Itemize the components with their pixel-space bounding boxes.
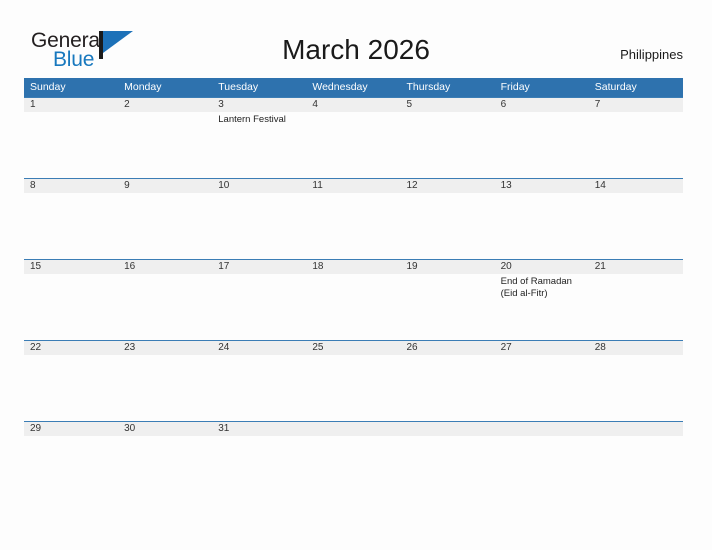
calendar-day-cell[interactable]: 14 (589, 179, 683, 259)
calendar-day-cell[interactable]: 10 (212, 179, 306, 259)
calendar-day-cell[interactable]: 21 (589, 260, 683, 340)
calendar-day-cell[interactable]: 3 Lantern Festival (212, 98, 306, 178)
day-number: 7 (594, 99, 601, 110)
day-number: 15 (30, 261, 42, 272)
day-number: 23 (124, 342, 136, 353)
weekday-header-friday: Friday (500, 81, 530, 93)
day-event-label: (Eid al-Fitr) (500, 288, 548, 299)
calendar-day-cell[interactable]: 6 (495, 98, 589, 178)
calendar-day-cell[interactable]: 4 (306, 98, 400, 178)
calendar-day-cell[interactable]: 26 (401, 341, 495, 421)
day-number: 1 (30, 99, 36, 110)
day-number: 17 (218, 261, 230, 272)
weekday-header-tuesday: Tuesday (218, 81, 259, 93)
day-number: 6 (500, 99, 507, 110)
calendar-day-cell[interactable]: 25 (306, 341, 400, 421)
calendar-week-row: 29 30 31 (24, 421, 683, 502)
calendar-day-cell[interactable]: 20 End of Ramadan (Eid al-Fitr) (495, 260, 589, 340)
weekday-header-sunday: Sunday (30, 81, 66, 93)
day-number: 9 (124, 180, 130, 191)
calendar-day-cell[interactable]: 11 (306, 179, 400, 259)
day-number: 19 (406, 261, 418, 272)
day-number: 3 (218, 99, 224, 110)
day-number: 30 (124, 423, 136, 434)
day-number: 11 (312, 180, 323, 191)
day-number: 26 (406, 342, 418, 353)
country-label: Philippines (620, 47, 683, 62)
weekday-header-thursday: Thursday (406, 81, 451, 93)
week-day-cells: 29 30 31 (24, 422, 683, 502)
calendar-day-cell[interactable]: 12 (401, 179, 495, 259)
day-event-list: Lantern Festival (218, 114, 303, 126)
calendar-day-cell[interactable]: 23 (118, 341, 212, 421)
calendar-week-row: 8 9 10 11 12 13 14 (24, 178, 683, 259)
day-number: 14 (594, 180, 606, 191)
day-number: 25 (312, 342, 324, 353)
day-number: 12 (406, 180, 418, 191)
calendar-day-cell[interactable]: 27 (495, 341, 589, 421)
calendar-day-cell[interactable]: 31 (212, 422, 306, 502)
calendar-day-cell[interactable]: 19 (401, 260, 495, 340)
calendar-day-cell[interactable]: 1 (24, 98, 118, 178)
day-number: 28 (594, 342, 606, 353)
calendar-day-cell[interactable]: 18 (306, 260, 400, 340)
calendar-weeks: 1 2 3 Lantern Festival 4 5 6 7 8 9 10 11 12 13 14 15 16 1… (24, 97, 683, 502)
calendar-day-cell[interactable]: 7 (589, 98, 683, 178)
day-event-label: End of Ramadan (500, 276, 572, 287)
calendar-week-row: 1 2 3 Lantern Festival 4 5 6 7 (24, 97, 683, 178)
week-day-cells: 8 9 10 11 12 13 14 (24, 179, 683, 259)
day-number: 22 (30, 342, 42, 353)
day-number: 20 (500, 261, 512, 272)
weekday-header-row: Sunday Monday Tuesday Wednesday Thursday… (24, 78, 683, 97)
calendar-day-cell[interactable]: 13 (495, 179, 589, 259)
calendar-day-cell-empty (401, 422, 495, 502)
day-number: 29 (30, 423, 42, 434)
day-number: 16 (124, 261, 136, 272)
day-number: 24 (218, 342, 230, 353)
week-day-cells: 1 2 3 Lantern Festival 4 5 6 7 (24, 98, 683, 178)
weekday-header-wednesday: Wednesday (312, 81, 368, 93)
calendar-day-cell[interactable]: 24 (212, 341, 306, 421)
calendar-day-cell[interactable]: 22 (24, 341, 118, 421)
calendar-day-cell[interactable]: 2 (118, 98, 212, 178)
day-number: 18 (312, 261, 324, 272)
day-number: 13 (500, 180, 512, 191)
week-day-cells: 22 23 24 25 26 27 28 (24, 341, 683, 421)
day-number: 27 (500, 342, 512, 353)
calendar-day-cell[interactable]: 9 (118, 179, 212, 259)
day-number: 31 (218, 423, 230, 434)
day-number: 8 (30, 180, 36, 191)
day-event-list: End of Ramadan (Eid al-Fitr) (501, 276, 586, 300)
day-number: 5 (406, 99, 413, 110)
calendar-week-row: 22 23 24 25 26 27 28 (24, 340, 683, 421)
day-number: 2 (124, 99, 130, 110)
day-number: 10 (218, 180, 230, 191)
week-day-cells: 15 16 17 18 19 20 End of Ramadan (Eid al-Fitr) 2… (24, 260, 683, 340)
calendar-day-cell[interactable]: 15 (24, 260, 118, 340)
day-event-label: Lantern Festival (218, 114, 286, 125)
day-number: 21 (594, 261, 606, 272)
calendar-page: General Blue March 2026 Philippines Sund… (0, 0, 712, 550)
calendar-day-cell-empty (589, 422, 683, 502)
calendar-day-cell[interactable]: 16 (118, 260, 212, 340)
calendar-day-cell-empty (306, 422, 400, 502)
calendar-day-cell[interactable]: 8 (24, 179, 118, 259)
calendar-day-cell[interactable]: 28 (589, 341, 683, 421)
calendar-day-cell[interactable]: 5 (401, 98, 495, 178)
day-number: 4 (312, 99, 318, 110)
calendar-day-cell[interactable]: 17 (212, 260, 306, 340)
calendar-day-cell[interactable]: 30 (118, 422, 212, 502)
calendar-day-cell-empty (495, 422, 589, 502)
page-title: March 2026 (282, 34, 430, 65)
calendar-grid: Sunday Monday Tuesday Wednesday Thursday… (24, 78, 683, 502)
calendar-day-cell[interactable]: 29 (24, 422, 118, 502)
calendar-week-row: 15 16 17 18 19 20 End of Ramadan (Eid al-Fitr) 2… (24, 259, 683, 340)
weekday-header-saturday: Saturday (594, 81, 637, 93)
weekday-header-monday: Monday (124, 81, 162, 93)
page-header: General Blue March 2026 Philippines (0, 0, 712, 78)
